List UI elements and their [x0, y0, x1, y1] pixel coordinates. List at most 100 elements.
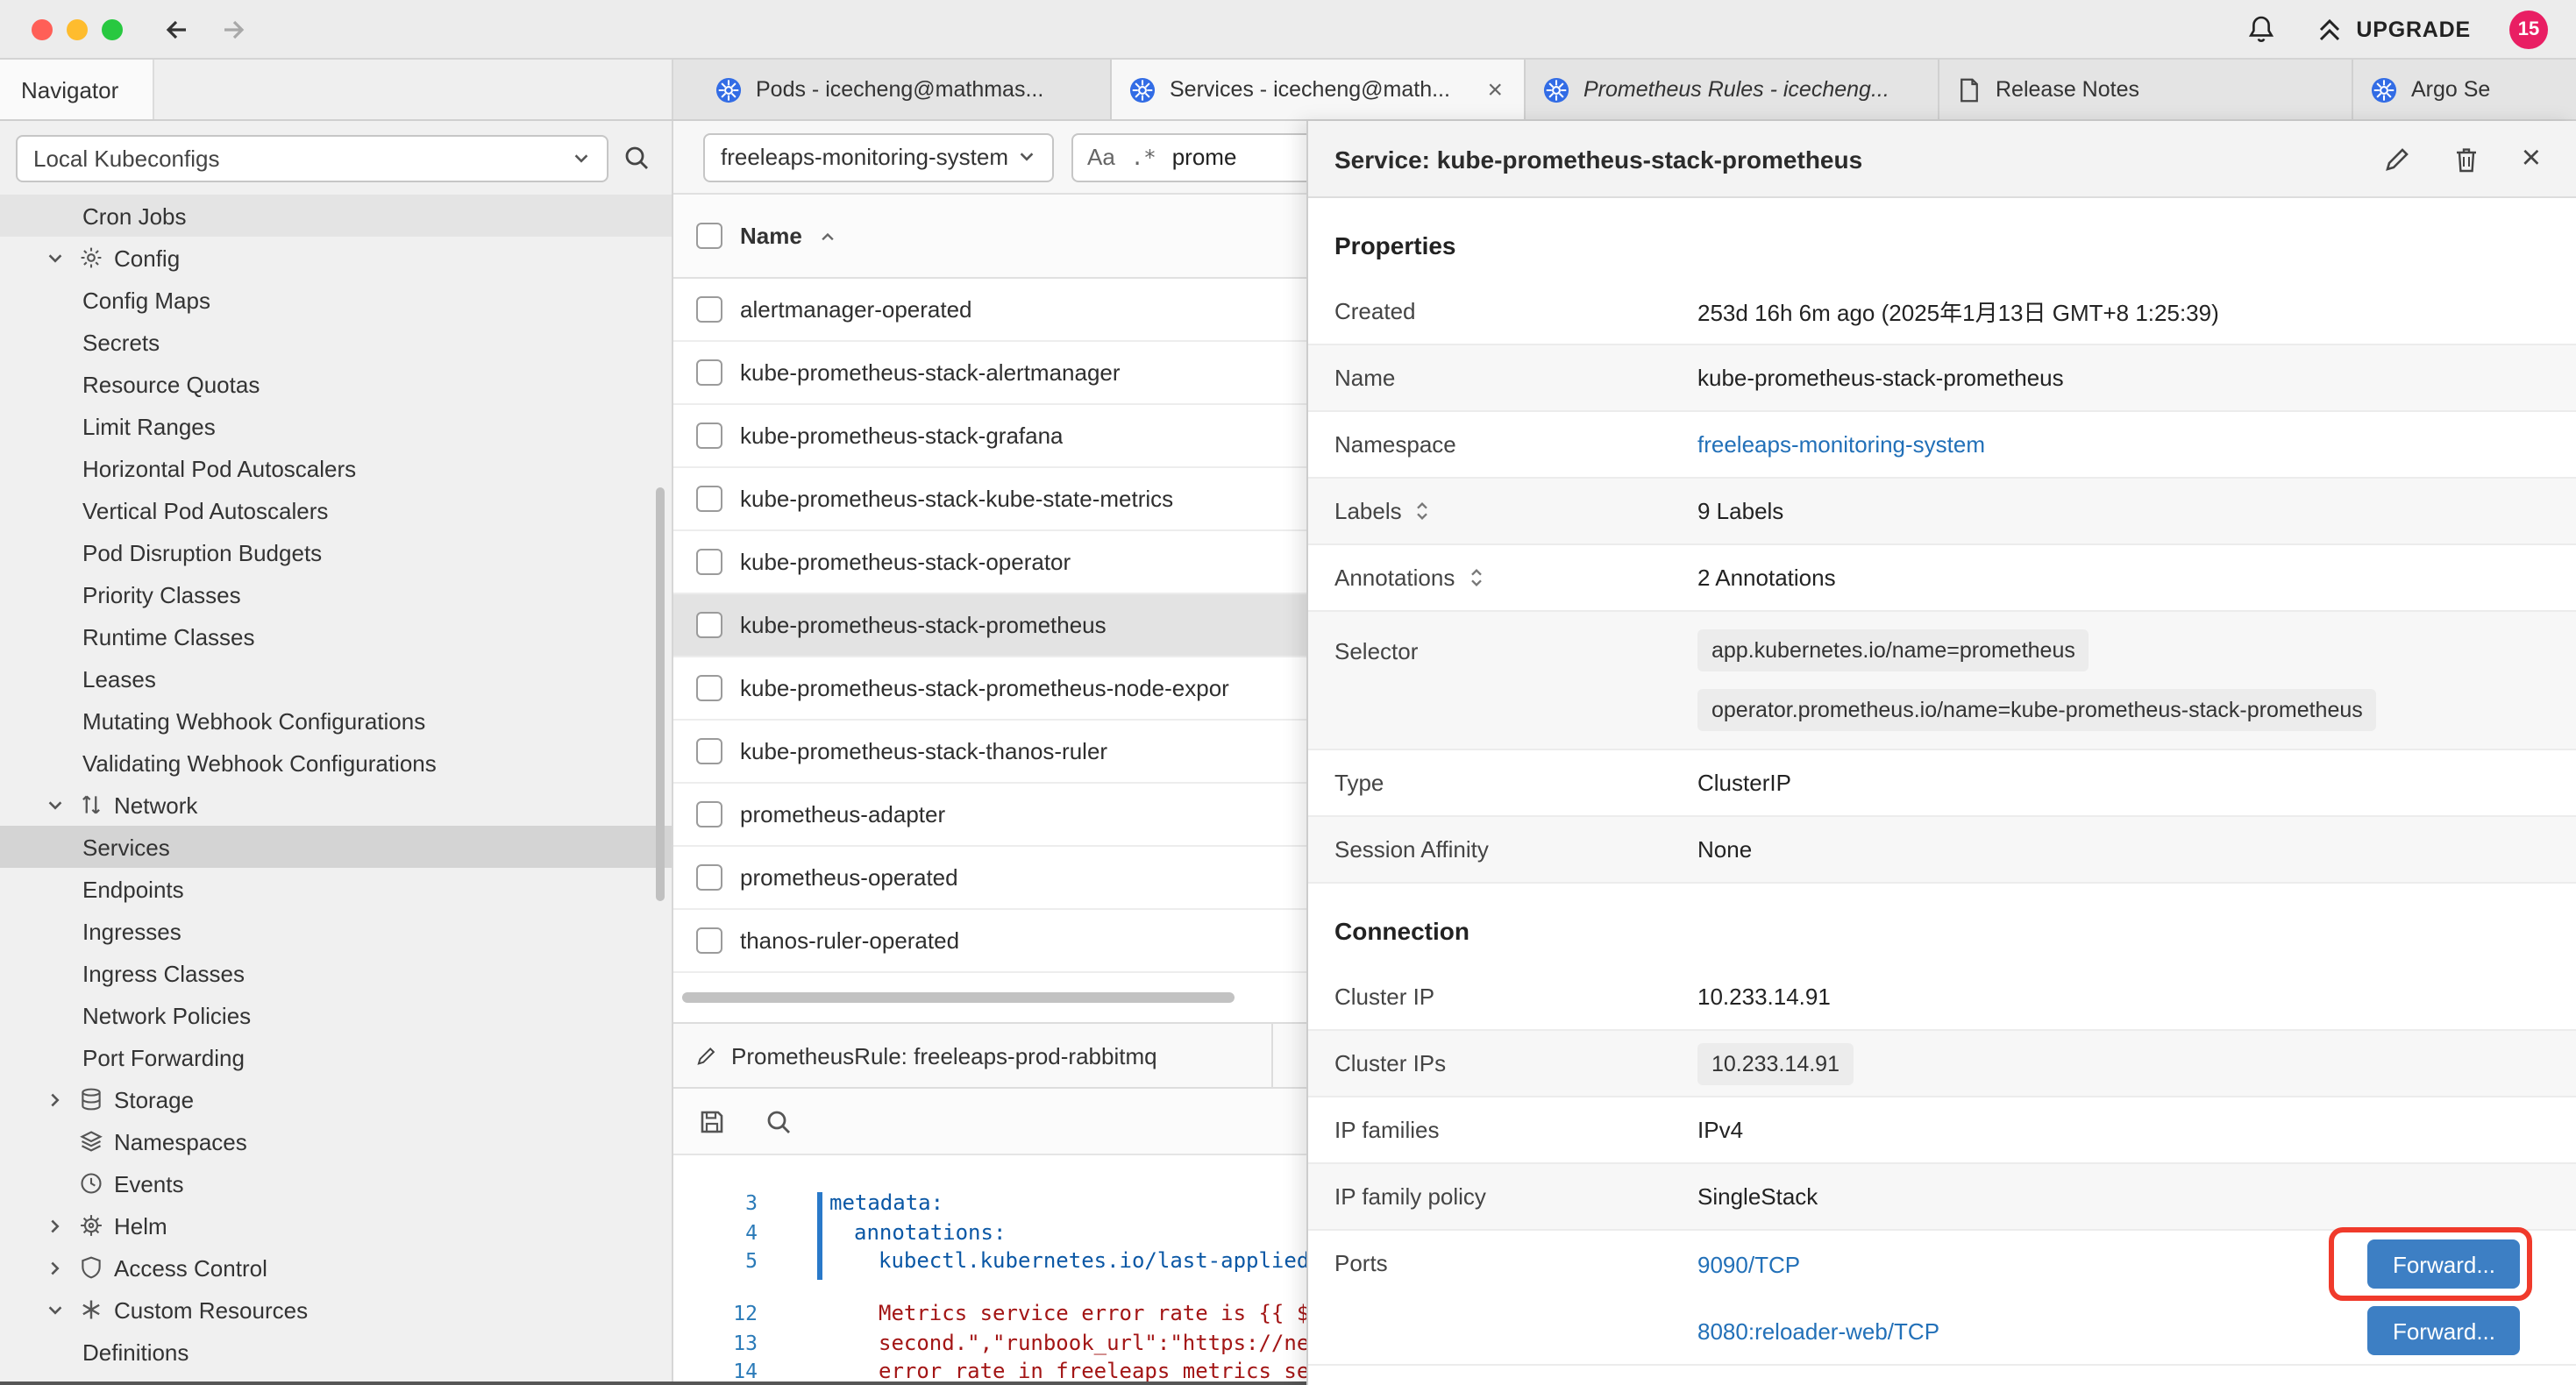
port-link[interactable]: 8080:reloader-web/TCP: [1697, 1318, 1939, 1344]
sidebar-item-port-forwarding[interactable]: Port Forwarding: [0, 1036, 672, 1078]
row-checkbox[interactable]: [696, 486, 722, 512]
save-icon[interactable]: [698, 1107, 726, 1135]
chevron-down-icon[interactable]: [42, 1300, 67, 1319]
tab-services-icecheng-math[interactable]: Services - icecheng@math...×: [1112, 60, 1526, 119]
namespace-filter-dropdown[interactable]: freeleaps-monitoring-system: [703, 132, 1054, 181]
row-checkbox[interactable]: [696, 801, 722, 827]
table-row-kube-prometheus-stack-thanos-ruler[interactable]: kube-prometheus-stack-thanos-ruler: [673, 721, 1306, 784]
upgrade-button[interactable]: UPGRADE: [2314, 15, 2471, 43]
sidebar-item-access-control[interactable]: Access Control: [0, 1246, 672, 1289]
sidebar-item-ingresses[interactable]: Ingresses: [0, 910, 672, 952]
kubeconfig-selector[interactable]: Local Kubeconfigs: [16, 134, 608, 181]
table-row-kube-prometheus-stack-operator[interactable]: kube-prometheus-stack-operator: [673, 531, 1306, 594]
search-input[interactable]: prome: [1172, 144, 1237, 170]
sidebar-item-validating-webhook-configurations[interactable]: Validating Webhook Configurations: [0, 742, 672, 784]
sidebar-search-icon[interactable]: [623, 144, 651, 172]
code-line-13[interactable]: 13second.","runbook_url":"https://net: [673, 1328, 1306, 1357]
row-checkbox[interactable]: [696, 612, 722, 638]
sidebar-item-vertical-pod-autoscalers[interactable]: Vertical Pod Autoscalers: [0, 489, 672, 531]
sidebar-item-network[interactable]: Network: [0, 784, 672, 826]
table-row-prometheus-operated[interactable]: prometheus-operated: [673, 847, 1306, 910]
row-checkbox[interactable]: [696, 738, 722, 764]
yaml-editor[interactable]: 3metadata:4annotations:5kubectl.kubernet…: [673, 1155, 1306, 1385]
sidebar-item-resource-quotas[interactable]: Resource Quotas: [0, 363, 672, 405]
tab-pods-icecheng-mathmas[interactable]: Pods - icecheng@mathmas...: [698, 60, 1112, 119]
notifications-bell-icon[interactable]: [2245, 13, 2275, 45]
maximize-window-button[interactable]: [102, 18, 123, 39]
namespace-link[interactable]: freeleaps-monitoring-system: [1697, 431, 1985, 458]
code-line-4[interactable]: 4annotations:: [673, 1218, 1306, 1246]
close-drawer-icon[interactable]: ×: [2522, 142, 2541, 175]
row-checkbox[interactable]: [696, 927, 722, 954]
sidebar-item-definitions[interactable]: Definitions: [0, 1331, 672, 1373]
sidebar-item-horizontal-pod-autoscalers[interactable]: Horizontal Pod Autoscalers: [0, 447, 672, 489]
sidebar-item-helm[interactable]: Helm: [0, 1204, 672, 1246]
table-row-thanos-ruler-operated[interactable]: thanos-ruler-operated: [673, 910, 1306, 973]
forward-button[interactable]: Forward...: [2368, 1306, 2520, 1355]
table-row-kube-prometheus-stack-prometheus[interactable]: kube-prometheus-stack-prometheus: [673, 594, 1306, 657]
dock-tab-partial[interactable]: [1273, 1024, 1306, 1087]
chevron-down-icon[interactable]: [42, 795, 67, 814]
sidebar-scrollbar[interactable]: [656, 487, 665, 901]
table-row-kube-prometheus-stack-kube-state-metrics[interactable]: kube-prometheus-stack-kube-state-metrics: [673, 468, 1306, 531]
select-all-checkbox[interactable]: [696, 223, 722, 249]
close-tab-icon[interactable]: ×: [1484, 76, 1506, 103]
sidebar-item-runtime-classes[interactable]: Runtime Classes: [0, 615, 672, 657]
sidebar-item-endpoints[interactable]: Endpoints: [0, 868, 672, 910]
row-checkbox[interactable]: [696, 359, 722, 386]
row-checkbox[interactable]: [696, 423, 722, 449]
sidebar-item-ingress-classes[interactable]: Ingress Classes: [0, 952, 672, 994]
sidebar-item-custom-resources[interactable]: Custom Resources: [0, 1289, 672, 1331]
code-line-12[interactable]: 12Metrics service error rate is {{ $va: [673, 1299, 1306, 1328]
table-row-prometheus-adapter[interactable]: prometheus-adapter: [673, 784, 1306, 847]
name-column-header[interactable]: Name: [740, 223, 802, 249]
sidebar-item-config[interactable]: Config: [0, 237, 672, 279]
regex-toggle[interactable]: .*: [1131, 145, 1156, 169]
chevron-down-icon[interactable]: [42, 248, 67, 267]
list-search-box[interactable]: Aa .* prome: [1071, 132, 1306, 181]
chevron-right-icon[interactable]: [42, 1216, 67, 1235]
close-window-button[interactable]: [32, 18, 53, 39]
tab-prometheus-rules-icecheng[interactable]: Prometheus Rules - icecheng...: [1526, 60, 1939, 119]
forward-button[interactable]: Forward...: [2368, 1239, 2520, 1289]
table-row-kube-prometheus-stack-alertmanager[interactable]: kube-prometheus-stack-alertmanager: [673, 342, 1306, 405]
horizontal-scrollbar-thumb[interactable]: [682, 992, 1235, 1003]
sidebar-item-storage[interactable]: Storage: [0, 1078, 672, 1120]
sidebar-item-pod-disruption-budgets[interactable]: Pod Disruption Budgets: [0, 531, 672, 573]
sidebar-item-limit-ranges[interactable]: Limit Ranges: [0, 405, 672, 447]
chevron-right-icon[interactable]: [42, 1090, 67, 1109]
row-checkbox[interactable]: [696, 296, 722, 323]
minimize-window-button[interactable]: [67, 18, 88, 39]
expand-collapse-icon[interactable]: [1467, 566, 1484, 589]
sidebar-item-events[interactable]: Events: [0, 1162, 672, 1204]
expand-collapse-icon[interactable]: [1414, 500, 1432, 522]
delete-resource-icon[interactable]: [2453, 145, 2480, 173]
sidebar-item-mutating-webhook-configurations[interactable]: Mutating Webhook Configurations: [0, 700, 672, 742]
back-icon[interactable]: [161, 13, 193, 45]
code-line-3[interactable]: 3metadata:: [673, 1189, 1306, 1218]
horizontal-scrollbar[interactable]: [673, 973, 1306, 1022]
table-row-alertmanager-operated[interactable]: alertmanager-operated: [673, 279, 1306, 342]
edit-resource-icon[interactable]: [2383, 145, 2411, 173]
code-line-5[interactable]: 5kubectl.kubernetes.io/last-applied-co: [673, 1246, 1306, 1275]
tab-argo-se[interactable]: Argo Se: [2353, 60, 2576, 119]
row-checkbox[interactable]: [696, 675, 722, 701]
notification-count-badge[interactable]: 15: [2509, 10, 2548, 48]
editor-search-icon[interactable]: [765, 1107, 793, 1135]
sidebar-item-secrets[interactable]: Secrets: [0, 321, 672, 363]
table-row-kube-prometheus-stack-grafana[interactable]: kube-prometheus-stack-grafana: [673, 405, 1306, 468]
sidebar-item-namespaces[interactable]: Namespaces: [0, 1120, 672, 1162]
sidebar-item-priority-classes[interactable]: Priority Classes: [0, 573, 672, 615]
sidebar-item-services[interactable]: Services: [0, 826, 672, 868]
match-case-toggle[interactable]: Aa: [1087, 144, 1115, 170]
port-link[interactable]: 9090/TCP: [1697, 1251, 1800, 1277]
sidebar-item-leases[interactable]: Leases: [0, 657, 672, 700]
forward-icon[interactable]: [217, 13, 249, 45]
dock-tab-prometheusrule[interactable]: PrometheusRule: freeleaps-prod-rabbitmq: [673, 1024, 1273, 1087]
table-row-kube-prometheus-stack-prometheus-node-expor[interactable]: kube-prometheus-stack-prometheus-node-ex…: [673, 657, 1306, 721]
sidebar-item-cron-jobs[interactable]: Cron Jobs: [0, 195, 672, 237]
sidebar-item-network-policies[interactable]: Network Policies: [0, 994, 672, 1036]
row-checkbox[interactable]: [696, 549, 722, 575]
chevron-right-icon[interactable]: [42, 1258, 67, 1277]
navigator-panel-tab[interactable]: Navigator: [0, 60, 154, 119]
